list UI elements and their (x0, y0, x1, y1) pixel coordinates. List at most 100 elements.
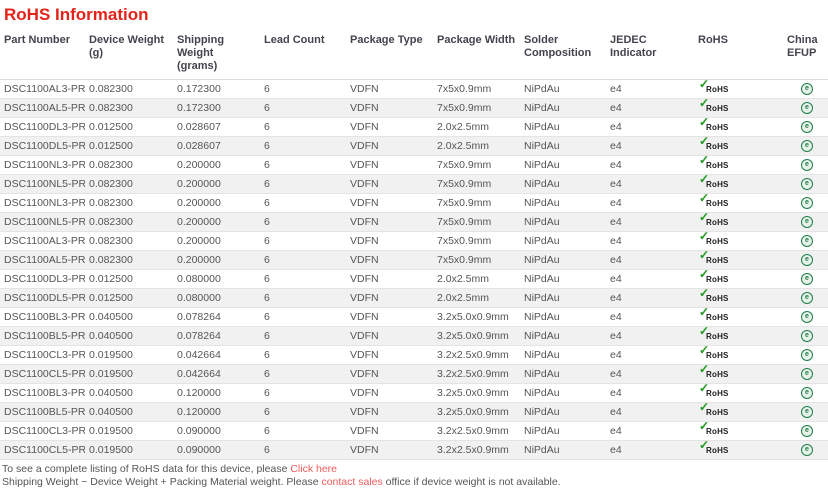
table-row: DSC1100DL5-PROG 0.012500 0.028607 6 VDFN… (0, 137, 828, 156)
cell-device-weight: 0.040500 (85, 384, 173, 403)
rohs-compliant-icon: ✓ RoHS (704, 83, 729, 95)
cell-device-weight: 0.012500 (85, 137, 173, 156)
cell-shipping-weight: 0.042664 (173, 365, 260, 384)
cell-china-efup: e (783, 441, 828, 460)
cell-package-width: 3.2x5.0x0.9mm (433, 384, 520, 403)
cell-device-weight: 0.082300 (85, 80, 173, 99)
cell-package-width: 3.2x5.0x0.9mm (433, 327, 520, 346)
cell-package-width: 7x5x0.9mm (433, 156, 520, 175)
cell-china-efup: e (783, 403, 828, 422)
cell-solder-composition: NiPdAu (520, 422, 606, 441)
rohs-compliant-icon: ✓ RoHS (704, 102, 729, 114)
cell-jedec-indicator: e4 (606, 384, 694, 403)
cell-package-type: VDFN (346, 441, 433, 460)
cell-rohs: ✓ RoHS (694, 232, 783, 251)
cell-package-width: 2.0x2.5mm (433, 289, 520, 308)
cell-package-type: VDFN (346, 365, 433, 384)
cell-shipping-weight: 0.042664 (173, 346, 260, 365)
green-check-icon: ✓ (699, 232, 709, 244)
cell-package-type: VDFN (346, 384, 433, 403)
china-efup-icon: e (801, 235, 813, 247)
green-check-icon: ✓ (699, 175, 709, 187)
cell-jedec-indicator: e4 (606, 403, 694, 422)
green-check-icon: ✓ (699, 137, 709, 149)
cell-part-number: DSC1100BL3-PROGT (0, 384, 85, 403)
china-efup-icon: e (801, 140, 813, 152)
cell-rohs: ✓ RoHS (694, 251, 783, 270)
table-row: DSC1100DL3-PROG 0.012500 0.028607 6 VDFN… (0, 118, 828, 137)
cell-shipping-weight: 0.200000 (173, 232, 260, 251)
cell-package-type: VDFN (346, 99, 433, 118)
cell-solder-composition: NiPdAu (520, 251, 606, 270)
cell-lead-count: 6 (260, 80, 346, 99)
footer-line1-text: To see a complete listing of RoHS data f… (2, 463, 290, 475)
cell-part-number: DSC1100DL5-PROGT (0, 289, 85, 308)
cell-jedec-indicator: e4 (606, 289, 694, 308)
cell-rohs: ✓ RoHS (694, 384, 783, 403)
table-row: DSC1100CL5-PROGT 0.019500 0.090000 6 VDF… (0, 441, 828, 460)
cell-package-type: VDFN (346, 80, 433, 99)
cell-lead-count: 6 (260, 365, 346, 384)
rohs-icon-label: RoHS (706, 237, 729, 246)
cell-rohs: ✓ RoHS (694, 403, 783, 422)
rohs-compliant-icon: ✓ RoHS (704, 292, 729, 304)
table-body: DSC1100AL3-PROG 0.082300 0.172300 6 VDFN… (0, 80, 828, 460)
col-header-part-number: Part Number (0, 32, 85, 80)
cell-package-type: VDFN (346, 137, 433, 156)
cell-shipping-weight: 0.078264 (173, 327, 260, 346)
cell-rohs: ✓ RoHS (694, 213, 783, 232)
cell-rohs: ✓ RoHS (694, 289, 783, 308)
cell-jedec-indicator: e4 (606, 365, 694, 384)
green-check-icon: ✓ (699, 194, 709, 206)
cell-solder-composition: NiPdAu (520, 346, 606, 365)
rohs-icon-label: RoHS (706, 427, 729, 436)
cell-lead-count: 6 (260, 403, 346, 422)
cell-lead-count: 6 (260, 194, 346, 213)
footer-line2-text: Shipping Weight ~ Device Weight + Packin… (2, 476, 321, 488)
col-header-rohs: RoHS (694, 32, 783, 80)
cell-lead-count: 6 (260, 156, 346, 175)
cell-shipping-weight: 0.172300 (173, 99, 260, 118)
contact-sales-link[interactable]: contact sales (321, 476, 382, 488)
col-header-package-type: Package Type (346, 32, 433, 80)
rohs-compliant-icon: ✓ RoHS (704, 254, 729, 266)
cell-device-weight: 0.082300 (85, 251, 173, 270)
col-header-shipping-weight: Shipping Weight (grams) (173, 32, 260, 80)
cell-device-weight: 0.082300 (85, 99, 173, 118)
table-header-row: Part Number Device Weight (g) Shipping W… (0, 32, 828, 80)
cell-jedec-indicator: e4 (606, 137, 694, 156)
cell-rohs: ✓ RoHS (694, 308, 783, 327)
cell-rohs: ✓ RoHS (694, 365, 783, 384)
cell-solder-composition: NiPdAu (520, 137, 606, 156)
cell-shipping-weight: 0.200000 (173, 156, 260, 175)
cell-jedec-indicator: e4 (606, 213, 694, 232)
rohs-icon-label: RoHS (706, 104, 729, 113)
china-efup-icon: e (801, 83, 813, 95)
cell-part-number: DSC1100BL5-PROGT (0, 403, 85, 422)
cell-package-width: 3.2x2.5x0.9mm (433, 365, 520, 384)
cell-solder-composition: NiPdAu (520, 232, 606, 251)
cell-lead-count: 6 (260, 137, 346, 156)
china-efup-icon: e (801, 254, 813, 266)
cell-shipping-weight: 0.200000 (173, 194, 260, 213)
click-here-link[interactable]: Click here (290, 463, 337, 475)
table-row: DSC1100CL5-PROG 0.019500 0.042664 6 VDFN… (0, 365, 828, 384)
cell-shipping-weight: 0.120000 (173, 403, 260, 422)
cell-part-number: DSC1100CL3-PROG (0, 346, 85, 365)
footer-line-2: Shipping Weight ~ Device Weight + Packin… (2, 476, 828, 488)
table-row: DSC1100BL5-PROG 0.040500 0.078264 6 VDFN… (0, 327, 828, 346)
col-header-jedec-indicator: JEDEC Indicator (606, 32, 694, 80)
china-efup-icon: e (801, 197, 813, 209)
rohs-compliant-icon: ✓ RoHS (704, 197, 729, 209)
china-efup-icon: e (801, 425, 813, 437)
cell-part-number: DSC1100AL5-PROGT (0, 251, 85, 270)
china-efup-icon: e (801, 178, 813, 190)
cell-jedec-indicator: e4 (606, 156, 694, 175)
cell-part-number: DSC1100BL3-PROG (0, 308, 85, 327)
cell-jedec-indicator: e4 (606, 99, 694, 118)
cell-jedec-indicator: e4 (606, 118, 694, 137)
cell-device-weight: 0.012500 (85, 270, 173, 289)
china-efup-icon: e (801, 273, 813, 285)
rohs-icon-label: RoHS (706, 142, 729, 151)
cell-shipping-weight: 0.200000 (173, 213, 260, 232)
